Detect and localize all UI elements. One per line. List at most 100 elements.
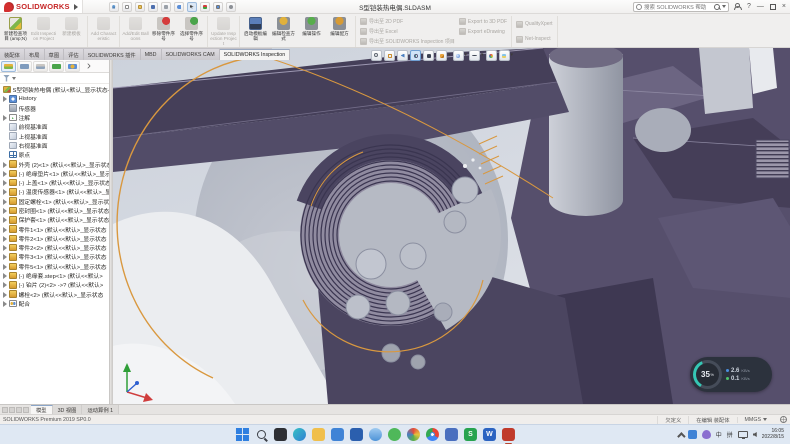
- displaymanager-tab-icon[interactable]: [65, 61, 80, 72]
- wps-icon[interactable]: S: [464, 428, 477, 441]
- hud-dropdown-icon[interactable]: ▾: [448, 50, 451, 61]
- minimize-button[interactable]: —: [757, 3, 764, 10]
- hud-icon[interactable]: [371, 50, 382, 61]
- export-button[interactable]: 导出至 Excel: [360, 27, 455, 36]
- volume-icon[interactable]: [753, 432, 757, 437]
- expand-arrow-icon[interactable]: [2, 96, 7, 101]
- export-button[interactable]: 导出至 SOLIDWORKS Inspection 项目: [360, 37, 455, 46]
- ribbon-button[interactable]: 启动模板编辑: [242, 16, 269, 47]
- hud-icon[interactable]: [486, 50, 497, 61]
- tab-scroll-next-icon[interactable]: [16, 407, 22, 413]
- hud-dropdown-icon[interactable]: ▾: [465, 50, 468, 61]
- expand-arrow-icon[interactable]: [2, 143, 7, 148]
- solidworks-menu[interactable]: SOLIDWORKS: [0, 0, 83, 13]
- command-tab[interactable]: SOLIDWORKS 插件: [84, 49, 141, 60]
- hud-dropdown-icon[interactable]: ▾: [481, 50, 484, 61]
- ribbon-button[interactable]: Edit Inspection Project: [30, 16, 57, 47]
- tree-item[interactable]: (-) 上盖<1> (默认<<默认>_显示状态: [1, 178, 109, 187]
- tray-app-icon[interactable]: [688, 430, 697, 439]
- propertymanager-tab-icon[interactable]: [17, 61, 32, 72]
- expand-arrow-icon[interactable]: [2, 134, 7, 139]
- chrome-icon[interactable]: [426, 428, 439, 441]
- tree-item[interactable]: 固定螺栓<1> (默认<<默认>_显示状: [1, 197, 109, 206]
- hud-icon[interactable]: [397, 50, 408, 61]
- clock[interactable]: 16:05 2022/8/15: [762, 429, 784, 440]
- tree-item[interactable]: 保护套<1> (默认<<默认>_显示状态: [1, 215, 109, 224]
- browser-colorful-icon[interactable]: [407, 428, 420, 441]
- hud-icon[interactable]: [384, 50, 395, 61]
- tree-item[interactable]: 传感器: [1, 104, 109, 113]
- edge-icon[interactable]: [293, 428, 306, 441]
- expand-arrow-icon[interactable]: [2, 171, 7, 176]
- expand-arrow-icon[interactable]: [2, 208, 7, 213]
- export-button[interactable]: Export to 3D PDF: [459, 17, 507, 26]
- tree-item[interactable]: 零件1<1> (默认<<默认>_显示状态: [1, 224, 109, 233]
- save-icon[interactable]: [148, 2, 158, 12]
- search-input[interactable]: [644, 4, 712, 10]
- command-tab[interactable]: SOLIDWORKS CAM: [162, 49, 220, 60]
- status-globe-icon[interactable]: [780, 416, 787, 423]
- ribbon-button[interactable]: 新建模板: [58, 16, 85, 47]
- tree-item[interactable]: (-) 铂片 (2)<2> ->? (默认<<默认>: [1, 280, 109, 289]
- quality-button[interactable]: QualityXpert: [516, 20, 553, 29]
- hud-icon[interactable]: [423, 50, 434, 61]
- tree-item[interactable]: 注解: [1, 113, 109, 122]
- mail-icon[interactable]: [331, 428, 344, 441]
- search-dropdown-icon[interactable]: [722, 5, 726, 8]
- print-icon[interactable]: [161, 2, 171, 12]
- unit-system-selector[interactable]: MMGS: [737, 417, 774, 423]
- ribbon-button[interactable]: Add Characteristic: [90, 16, 117, 47]
- tree-item[interactable]: 上视基准面: [1, 131, 109, 140]
- tree-item[interactable]: History: [1, 94, 109, 103]
- expand-arrow-icon[interactable]: [2, 236, 7, 241]
- tree-item[interactable]: (-) 温度传感器<1> (默认<<默认>_显: [1, 187, 109, 196]
- ribbon-button[interactable]: 编辑操作: [298, 16, 325, 47]
- featuremanager-tab-icon[interactable]: [1, 61, 16, 72]
- expand-arrow-icon[interactable]: [2, 292, 7, 297]
- task-view-button[interactable]: [274, 428, 287, 441]
- command-tab[interactable]: MBD: [141, 49, 162, 60]
- undo-icon[interactable]: [174, 2, 184, 12]
- dimxpertmanager-tab-icon[interactable]: [49, 61, 64, 72]
- tree-item[interactable]: 零件5<1> (默认<<默认>_显示状态: [1, 262, 109, 271]
- display-tray-icon[interactable]: [738, 431, 748, 438]
- design-table-icon[interactable]: [213, 2, 223, 12]
- solidworks-icon[interactable]: [502, 428, 515, 441]
- expand-arrow-icon[interactable]: [2, 199, 7, 204]
- new-document-icon[interactable]: [122, 2, 132, 12]
- export-button[interactable]: Export eDrawing: [459, 27, 507, 36]
- tree-item[interactable]: 前视基准面: [1, 122, 109, 131]
- remote-app-icon[interactable]: [445, 428, 458, 441]
- ime-language-button[interactable]: 中: [716, 430, 722, 439]
- expand-arrow-icon[interactable]: [2, 115, 7, 120]
- export-button[interactable]: 导出至 2D PDF: [360, 17, 455, 26]
- tab-scroll-first-icon[interactable]: [2, 407, 8, 413]
- menu-flyout-icon[interactable]: [74, 4, 78, 10]
- tree-root[interactable]: S型铠装热电偶 (默认<默认_显示状态-1>): [1, 85, 109, 94]
- tree-item[interactable]: (-) 绝缘套.step<1> (默认<<默认>: [1, 271, 109, 280]
- tab-scroll-prev-icon[interactable]: [9, 407, 15, 413]
- hud-icon[interactable]: [410, 50, 421, 61]
- hud-icon[interactable]: [469, 50, 480, 61]
- expand-arrow-icon[interactable]: [2, 106, 7, 111]
- expand-arrow-icon[interactable]: [2, 189, 7, 194]
- expand-arrow-icon[interactable]: [2, 227, 7, 232]
- performance-overlay[interactable]: 35% 2.6KB/s 0.1KB/s: [690, 357, 772, 392]
- start-button[interactable]: [236, 428, 249, 441]
- open-icon[interactable]: [135, 2, 145, 12]
- command-tab[interactable]: 草图: [45, 49, 65, 60]
- quality-button[interactable]: Net-Inspect: [516, 35, 553, 44]
- command-tab[interactable]: SOLIDWORKS Inspection: [220, 49, 291, 60]
- hud-icon[interactable]: [499, 50, 510, 61]
- ribbon-button[interactable]: 新建检查项目 (amp;N): [2, 16, 29, 47]
- help-search-box[interactable]: [633, 2, 729, 12]
- tree-item[interactable]: 零件2<1> (默认<<默认>_显示状态: [1, 234, 109, 243]
- command-tab[interactable]: 布局: [25, 49, 45, 60]
- login-user-icon[interactable]: [734, 3, 741, 10]
- tree-item[interactable]: 密封圈<1> (默认<<默认>_显示状态: [1, 206, 109, 215]
- expand-arrow-icon[interactable]: [2, 264, 7, 269]
- command-tab[interactable]: 评估: [64, 49, 84, 60]
- select-icon[interactable]: [187, 2, 197, 12]
- restore-button[interactable]: [770, 4, 776, 10]
- tree-item[interactable]: 螺栓<2> (默认<<默认>_显示状态: [1, 290, 109, 299]
